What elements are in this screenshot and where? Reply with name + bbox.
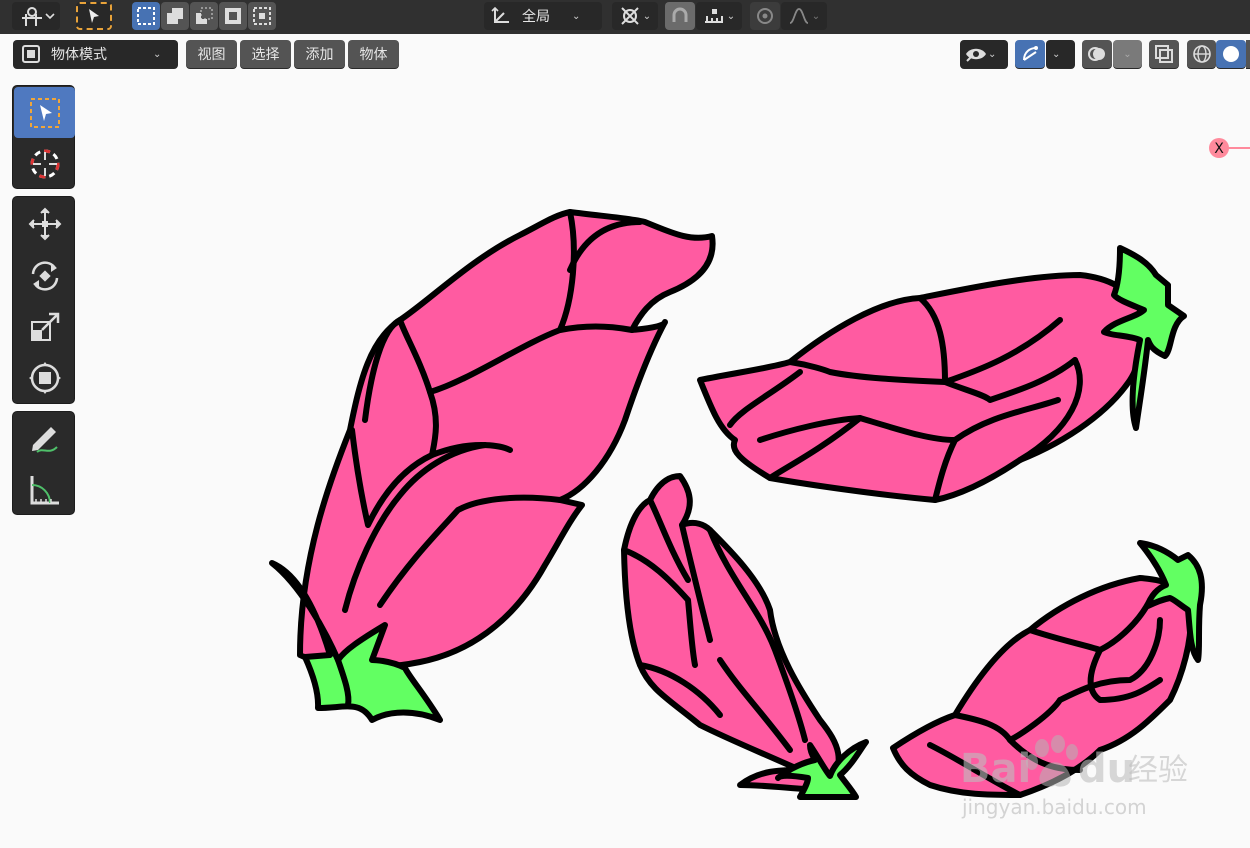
- tool-panel-transform: [12, 196, 75, 404]
- select-mode-invert-button[interactable]: [219, 2, 247, 30]
- transform-orientation-label: 全局: [522, 9, 550, 25]
- paw-icon: [1026, 735, 1078, 787]
- annotate-icon: [31, 426, 58, 453]
- rotate-icon: [31, 260, 58, 291]
- overlay-toggle[interactable]: [1082, 40, 1112, 68]
- watermark-brand2: du: [1078, 746, 1135, 792]
- mode-label: 物体模式: [51, 47, 107, 63]
- select-mode-new-button[interactable]: [132, 2, 160, 30]
- snap-icon: [672, 7, 688, 22]
- menu-object[interactable]: 物体: [348, 40, 399, 68]
- select-extend-icon: [167, 8, 183, 24]
- transform-orientation-icon: [491, 6, 509, 23]
- cursor-icon: [30, 149, 59, 178]
- pivot-point-dropdown[interactable]: ⌄: [612, 2, 658, 30]
- xray-icon: [1155, 45, 1173, 63]
- menu-add[interactable]: 添加: [294, 40, 345, 68]
- tool-scale[interactable]: [14, 301, 75, 352]
- tool-annotate[interactable]: [14, 413, 75, 464]
- tool-select-box[interactable]: [14, 87, 75, 138]
- chevron-down-icon: ⌄: [988, 48, 997, 60]
- watermark-suffix: 经验: [1128, 753, 1188, 788]
- pivot-icon: [621, 7, 639, 25]
- select-box-icon: [137, 7, 155, 25]
- proportional-edit-toggle[interactable]: [750, 2, 780, 30]
- gizmo-icon: [1023, 46, 1038, 61]
- select-intersect-icon: [253, 7, 271, 25]
- menu-select-label: 选择: [251, 47, 280, 63]
- chevron-down-icon: ⌄: [1052, 48, 1061, 60]
- chevron-down-icon: ⌄: [726, 10, 736, 22]
- scale-icon: [30, 312, 59, 341]
- editor-type-button[interactable]: [12, 2, 60, 30]
- select-mode-extend-button[interactable]: [161, 2, 189, 30]
- watermark-brand: Bai: [960, 746, 1031, 792]
- menu-add-label: 添加: [305, 47, 334, 63]
- solid-shading-button[interactable]: [1216, 40, 1246, 68]
- gizmo-x-label: X: [1214, 141, 1224, 157]
- tool-measure[interactable]: [14, 464, 75, 515]
- cursor-icon: [89, 9, 99, 23]
- gizmo-toggle[interactable]: [1015, 40, 1045, 68]
- select-mode-subtract-button[interactable]: [190, 2, 218, 30]
- tool-panel-select: [12, 85, 75, 189]
- snap-target-dropdown[interactable]: ⌄: [696, 2, 742, 30]
- chevron-down-icon: ⌄: [153, 48, 162, 60]
- overlay-icon: [1088, 47, 1105, 61]
- tool-transform[interactable]: [14, 352, 75, 403]
- transform-orientation-dropdown[interactable]: 全局 ⌄: [484, 2, 602, 30]
- eye-icon: [966, 48, 986, 62]
- object-mode-icon: [22, 45, 40, 63]
- tool-rotate[interactable]: [14, 250, 75, 301]
- chevron-down-icon: ⌄: [642, 10, 652, 22]
- chevron-down-icon: ⌄: [572, 10, 581, 22]
- gizmo-dropdown[interactable]: ⌄: [1046, 40, 1075, 68]
- material-shading-button[interactable]: [1246, 40, 1250, 68]
- select-subtract-icon: [196, 7, 213, 24]
- proportional-edit-icon: [757, 8, 773, 24]
- 3d-viewport[interactable]: X: [0, 34, 1250, 848]
- measure-icon: [30, 475, 59, 504]
- solid-shading-icon: [1223, 46, 1239, 62]
- wireframe-shading-icon: [1192, 45, 1211, 63]
- editor-type-icon: [22, 7, 55, 26]
- menu-view[interactable]: 视图: [186, 40, 237, 68]
- snap-toggle[interactable]: [665, 2, 695, 30]
- baidu-watermark: Bai du 经验 jingyan.baidu.com: [960, 730, 1190, 825]
- proportional-falloff-dropdown[interactable]: ⌄: [781, 2, 827, 30]
- move-icon: [28, 207, 61, 240]
- chevron-down-icon: ⌄: [811, 10, 821, 22]
- baidu-watermark-graphic: Bai du 经验 jingyan.baidu.com: [960, 735, 1188, 819]
- tool-move[interactable]: [14, 198, 75, 249]
- menu-object-label: 物体: [359, 47, 388, 63]
- overlay-dropdown[interactable]: ⌄: [1113, 40, 1142, 68]
- select-box-icon: [29, 97, 60, 128]
- snap-increment-icon: [704, 9, 723, 23]
- watermark-url: jingyan.baidu.com: [961, 795, 1147, 819]
- xray-toggle[interactable]: [1149, 40, 1179, 68]
- tool-cursor[interactable]: [14, 138, 75, 189]
- select-mode-intersect-button[interactable]: [248, 2, 276, 30]
- wireframe-shading-button[interactable]: [1187, 40, 1216, 68]
- falloff-curve-icon: [789, 8, 809, 24]
- transform-icon: [28, 361, 61, 394]
- visibility-dropdown[interactable]: ⌄: [960, 40, 1008, 68]
- chevron-down-icon: ⌄: [1123, 48, 1132, 60]
- menu-select[interactable]: 选择: [240, 40, 291, 68]
- tool-panel-annotate: [12, 411, 75, 515]
- select-tool-button[interactable]: [76, 2, 112, 30]
- top-toolbar: 全局 ⌄ ⌄ ⌄ ⌄: [0, 0, 1250, 34]
- menu-view-label: 视图: [197, 47, 226, 63]
- mode-dropdown[interactable]: 物体模式 ⌄: [13, 40, 178, 68]
- select-invert-icon: [225, 8, 241, 24]
